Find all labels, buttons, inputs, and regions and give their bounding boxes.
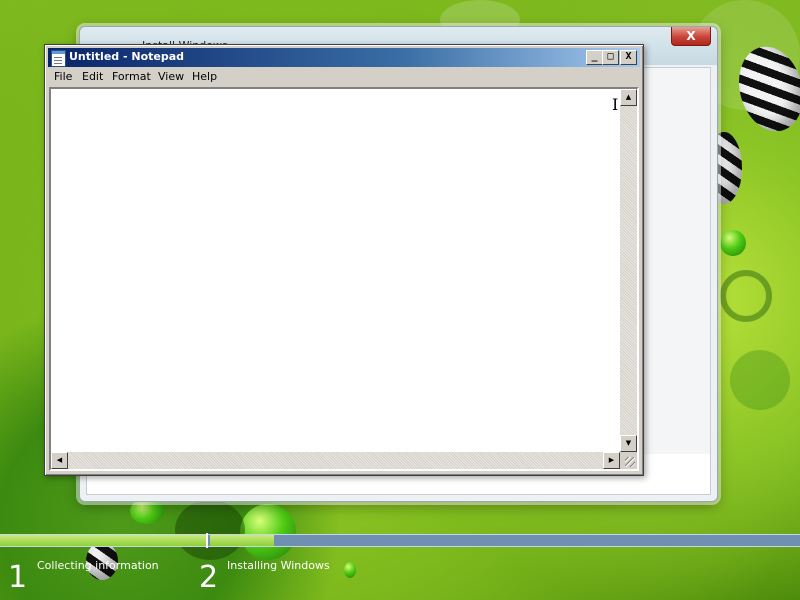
step-label-2: Installing Windows — [227, 559, 330, 572]
step-number-1: 1 — [8, 560, 28, 595]
text-content[interactable] — [51, 89, 620, 452]
menu-file[interactable]: File — [54, 70, 72, 83]
progress-step-2-fill — [210, 535, 274, 546]
progress-step-1-fill — [0, 535, 206, 546]
arrow-up-icon[interactable]: ▲ — [620, 89, 637, 106]
step-label-1: Collecting information — [37, 559, 159, 572]
notepad-title: Untitled - Notepad — [69, 50, 185, 63]
green-ball — [344, 562, 356, 578]
setup-progress-bar — [0, 533, 800, 548]
horizontal-scrollbar[interactable]: ◀ ▶ — [51, 452, 620, 469]
maximize-button[interactable]: □ — [602, 50, 619, 65]
green-ball — [720, 230, 746, 256]
install-close-button[interactable]: X — [671, 27, 711, 46]
background-bubble — [720, 270, 772, 322]
close-button[interactable]: X — [620, 50, 637, 65]
menu-help[interactable]: Help — [192, 70, 217, 83]
arrow-down-icon[interactable]: ▼ — [620, 435, 637, 452]
text-cursor-icon: I — [612, 95, 619, 114]
text-edit-area[interactable]: I ▲ ▼ ◀ ▶ — [49, 87, 639, 471]
notepad-icon[interactable] — [51, 50, 66, 67]
arrow-left-icon[interactable]: ◀ — [51, 452, 68, 469]
step-number-2: 2 — [199, 560, 219, 595]
notepad-window[interactable]: Untitled - Notepad _ □ X File Edit Forma… — [44, 44, 644, 476]
background-bubble — [730, 350, 790, 410]
vertical-scrollbar[interactable]: ▲ ▼ — [620, 89, 637, 452]
background-bubble — [175, 500, 245, 560]
menu-format[interactable]: Format — [112, 70, 151, 83]
desktop-background: { "install_window": { "title": "Install … — [0, 0, 800, 600]
menu-bar: File Edit Format View Help — [48, 68, 640, 86]
notepad-titlebar[interactable]: Untitled - Notepad _ □ X — [48, 48, 640, 67]
install-dialog-panel — [637, 68, 710, 454]
green-ball — [240, 504, 296, 560]
arrow-right-icon[interactable]: ▶ — [603, 452, 620, 469]
resize-grip-icon[interactable] — [620, 452, 637, 469]
menu-view[interactable]: View — [158, 70, 184, 83]
minimize-button[interactable]: _ — [586, 50, 603, 65]
menu-edit[interactable]: Edit — [82, 70, 103, 83]
progress-divider — [206, 533, 208, 548]
